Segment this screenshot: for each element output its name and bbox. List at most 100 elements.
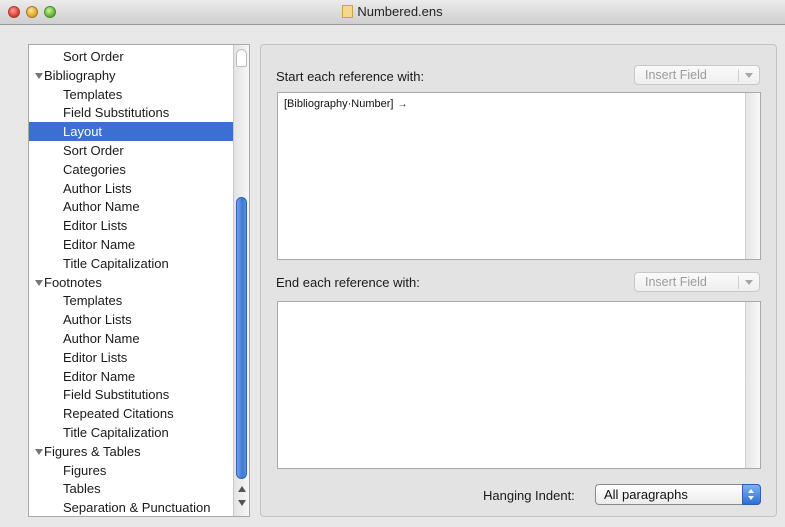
sidebar-item-field-substitutions[interactable]: Field Substitutions	[29, 103, 234, 122]
sidebar-item-editor-name[interactable]: Editor Name	[29, 235, 234, 254]
hanging-indent-label: Hanging Indent:	[483, 488, 575, 503]
sidebar-item-editor-name[interactable]: Editor Name	[29, 367, 234, 386]
hanging-indent-select[interactable]: All paragraphs	[595, 484, 761, 505]
sidebar-item-text: Sort Order	[63, 49, 124, 64]
start-insert-field-label: Insert Field	[645, 68, 707, 82]
sidebar-item-author-name[interactable]: Author Name	[29, 197, 234, 216]
sidebar-group-figures-tables[interactable]: Figures & Tables	[29, 442, 234, 461]
sidebar-item-text: Editor Name	[63, 237, 136, 252]
sidebar-item-text: Templates	[63, 293, 123, 309]
sidebar-item-label: Author Lists	[29, 312, 132, 327]
sidebar-item-label: Title Capitalization	[29, 256, 169, 271]
start-textbox-scrollbar[interactable]	[745, 93, 760, 259]
sidebar-item-figures[interactable]: Figures	[29, 461, 234, 480]
sidebar-item-repeated-citations[interactable]: Repeated Citations	[29, 404, 234, 423]
sidebar-item-layout[interactable]: Layout	[29, 122, 234, 142]
end-reference-textbox[interactable]	[277, 301, 761, 469]
style-tree-sidebar[interactable]: Separation & Punctuation Tables Figures Fig…	[28, 44, 250, 517]
sidebar-item-text: Separation & Punctuation	[63, 500, 211, 516]
bibliography-number-field: [Bibliography·Number]	[284, 98, 394, 110]
sidebar-item-templates[interactable]: Templates	[29, 85, 234, 104]
sidebar-item-templates[interactable]: Templates	[29, 291, 234, 310]
sidebar-group-bibliography[interactable]: Bibliography	[29, 66, 234, 85]
sidebar-item-author-name[interactable]: Author Name	[29, 329, 234, 348]
scrollbar-thumb[interactable]	[236, 197, 247, 479]
sidebar-item-text: Tables	[63, 481, 101, 497]
end-insert-field-label: Insert Field	[645, 275, 707, 289]
sidebar-item-field-substitutions[interactable]: Field Substitutions	[29, 385, 234, 404]
sidebar-item-label: Field Substitutions	[29, 105, 169, 120]
sidebar-item-text: Author Name	[63, 199, 140, 215]
sidebar-scrollbar[interactable]	[233, 45, 249, 516]
sidebar-item-author-lists[interactable]: Author Lists	[29, 310, 234, 329]
sidebar-item-title-capitalization[interactable]: Title Capitalization	[29, 423, 234, 442]
start-reference-textbox[interactable]: [Bibliography·Number] →	[277, 92, 761, 260]
sidebar-item-text: Author Lists	[63, 312, 132, 328]
tab-arrow-icon: →	[397, 99, 408, 110]
sidebar-item-title-capitalization[interactable]: Title Capitalization	[29, 254, 234, 273]
layout-panel: Start each reference with: Insert Field …	[260, 44, 777, 517]
sidebar-item-sort-order[interactable]: Sort Order	[29, 141, 234, 160]
sidebar-item-text: Editor Lists	[63, 218, 128, 234]
disclosure-triangle-icon[interactable]	[35, 448, 43, 455]
sidebar-item-text: Editor Name	[63, 368, 136, 384]
sidebar-item-categories[interactable]: Categories	[29, 160, 234, 179]
sidebar-item-label: Separation & Punctuation	[29, 500, 210, 515]
disclosure-triangle-icon[interactable]	[35, 72, 43, 79]
sidebar-item-text: Footnotes	[44, 274, 102, 290]
hanging-indent-value: All paragraphs	[604, 487, 688, 502]
start-insert-field-popup[interactable]: Insert Field	[634, 65, 760, 85]
sidebar-group-footnotes[interactable]: Footnotes	[29, 273, 234, 292]
window-title-text: Numbered.ens	[357, 4, 443, 19]
sidebar-item-label: Templates	[29, 87, 122, 102]
sidebar-item-text: Editor Lists	[63, 349, 128, 365]
chevron-down-icon	[745, 73, 753, 78]
sidebar-item-text: Bibliography	[44, 67, 116, 83]
sidebar-item-label: Author Lists	[29, 181, 132, 196]
select-stepper-icon	[742, 484, 761, 505]
sidebar-item-text: Repeated Citations	[63, 406, 174, 422]
window: Numbered.ens Separation & Punctuation Tab…	[0, 0, 785, 527]
scrollbar-top-cap	[236, 49, 247, 67]
sidebar-item-author-lists[interactable]: Author Lists	[29, 179, 234, 198]
sidebar-item-label: Tables	[29, 481, 101, 496]
sidebar-item-label: Editor Lists	[29, 350, 127, 365]
document-icon	[342, 5, 354, 18]
sidebar-item-text: Sort Order	[63, 143, 124, 158]
sidebar-item-label: Author Name	[29, 331, 140, 346]
sidebar-item-label: Figures & Tables	[29, 444, 141, 459]
sidebar-item-text: Figures	[63, 462, 107, 478]
start-reference-content: [Bibliography·Number] →	[284, 98, 407, 110]
end-textbox-scrollbar[interactable]	[745, 302, 760, 468]
sidebar-item-text: Templates	[63, 86, 123, 102]
sidebar-item-label: Bibliography	[29, 68, 116, 83]
sidebar-item-label: Categories	[29, 162, 126, 177]
end-insert-field-popup[interactable]: Insert Field	[634, 272, 760, 292]
sidebar-item-label: Figures	[29, 463, 106, 478]
sidebar-item-label: Editor Name	[29, 369, 135, 384]
sidebar-item-label: Layout	[29, 124, 102, 139]
sidebar-item-text: Figures & Tables	[44, 443, 141, 459]
sidebar-item-editor-lists[interactable]: Editor Lists	[29, 348, 234, 367]
sidebar-item-separation-punctuation[interactable]: Separation & Punctuation	[29, 498, 234, 516]
sidebar-item-label: Author Name	[29, 199, 140, 214]
sidebar-item-label: Sort Order	[29, 49, 124, 64]
sidebar-item-label: Field Substitutions	[29, 387, 169, 402]
title-bar: Numbered.ens	[0, 0, 785, 25]
sidebar-item-sort-order[interactable]: Sort Order	[29, 47, 234, 66]
scroll-down-arrow-icon[interactable]	[238, 500, 246, 506]
scroll-up-arrow-icon[interactable]	[238, 486, 246, 492]
sidebar-item-label: Templates	[29, 293, 122, 308]
sidebar-item-text: Categories	[63, 161, 126, 177]
sidebar-item-label: Editor Name	[29, 237, 135, 252]
sidebar-item-tables[interactable]: Tables	[29, 479, 234, 498]
sidebar-item-label: Footnotes	[29, 275, 102, 290]
sidebar-item-editor-lists[interactable]: Editor Lists	[29, 216, 234, 235]
sidebar-item-label: Title Capitalization	[29, 425, 169, 440]
sidebar-item-label: Repeated Citations	[29, 406, 174, 421]
sidebar-item-text: Field Substitutions	[63, 105, 170, 121]
popup-divider	[738, 276, 739, 289]
chevron-down-icon	[745, 280, 753, 285]
disclosure-triangle-icon[interactable]	[35, 279, 43, 286]
window-title: Numbered.ens	[0, 4, 785, 19]
